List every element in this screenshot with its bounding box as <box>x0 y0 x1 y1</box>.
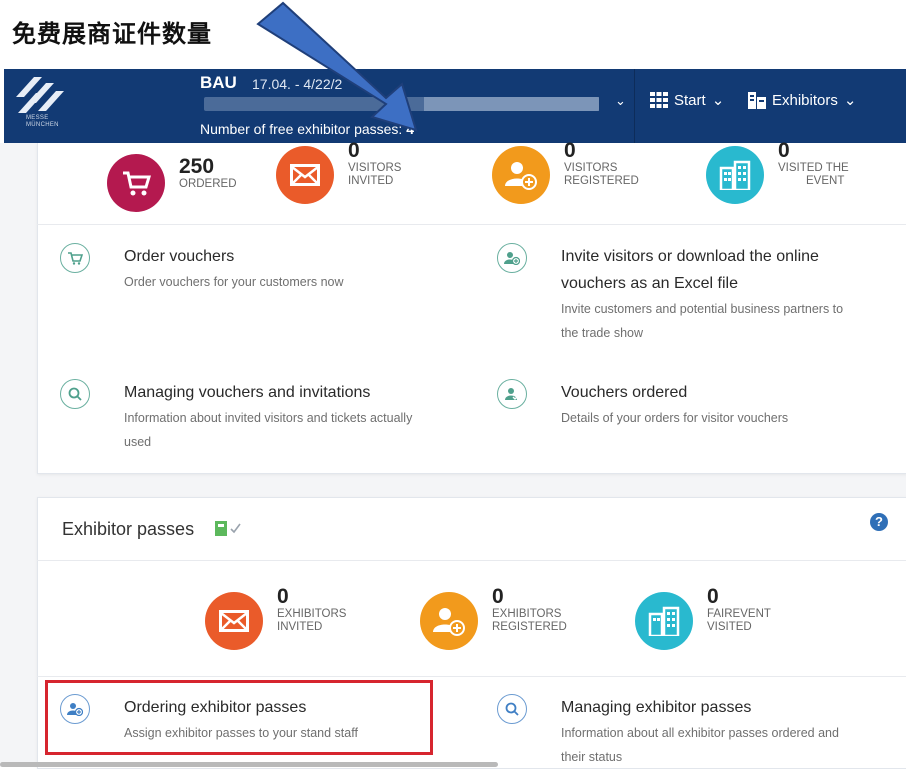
action-description: Information about all exhibitor passes o… <box>561 726 839 740</box>
building-icon <box>748 91 766 109</box>
vouchers-ordered-action[interactable]: Vouchers ordered Details of your orders … <box>497 379 788 430</box>
free-passes-count: 4 <box>406 121 415 137</box>
cart-icon <box>60 243 90 273</box>
nav-divider <box>634 69 635 143</box>
stats-divider <box>37 676 906 677</box>
envelope-icon <box>205 592 263 650</box>
action-title-line2[interactable]: vouchers as an Excel file <box>561 270 843 297</box>
action-title[interactable]: Vouchers ordered <box>561 379 788 406</box>
action-description-line2: their status <box>561 750 623 764</box>
chevron-down-icon: ⌄ <box>711 92 725 109</box>
person-check-icon <box>497 379 527 409</box>
shopping-cart-icon <box>107 154 165 212</box>
action-title[interactable]: Managing vouchers and invitations <box>124 379 412 406</box>
stat-visited-event: 0 VISITED THE EVENT <box>706 140 849 204</box>
help-icon[interactable]: ? <box>870 513 888 531</box>
action-description-line2: used <box>124 435 152 449</box>
horizontal-scrollbar[interactable] <box>0 762 498 767</box>
free-passes-info: Number of free exhibitor passes: 4 <box>200 121 415 137</box>
manage-vouchers-action[interactable]: Managing vouchers and invitations Inform… <box>60 379 412 454</box>
exhibitor-passes-heading: Exhibitor passes <box>62 519 195 539</box>
event-date: 17.04. - 4/22/2 <box>252 76 343 92</box>
magnifier-icon <box>60 379 90 409</box>
add-person-icon <box>497 243 527 273</box>
annotation-caption: 免费展商证件数量 <box>12 19 212 48</box>
grid-icon <box>650 92 668 108</box>
top-navigation-bar: MESSE MÜNCHEN BAU 17.04. - 4/22/2 ⌄ Numb… <box>4 69 906 143</box>
action-title[interactable]: Order vouchers <box>124 243 344 270</box>
action-title[interactable]: Invite visitors or download the online <box>561 243 843 270</box>
stat-visitors-invited: 0 VISITORS INVITED <box>276 140 401 204</box>
action-description: Invite customers and potential business … <box>561 302 844 316</box>
logo-wordmark: MESSE MÜNCHEN <box>26 115 59 128</box>
managing-exhibitor-passes-action[interactable]: Managing exhibitor passes Information ab… <box>497 694 839 769</box>
chevron-down-icon[interactable]: ⌄ <box>615 93 626 109</box>
section-divider <box>37 560 906 561</box>
stat-fairevent-visited: 0 FAIREVENT VISITED <box>635 586 771 650</box>
stat-visitors-registered: 0 VISITORS REGISTERED <box>492 140 639 204</box>
redacted-text <box>424 97 599 111</box>
action-title[interactable]: Managing exhibitor passes <box>561 694 839 721</box>
event-name: BAU <box>200 73 237 92</box>
stats-divider <box>37 224 906 225</box>
envelope-icon <box>276 146 334 204</box>
add-person-icon <box>492 146 550 204</box>
invite-visitors-action[interactable]: Invite visitors or download the online v… <box>497 243 843 345</box>
nav-start-menu[interactable]: Start ⌄ <box>650 91 724 109</box>
nav-exhibitors-menu[interactable]: Exhibitors ⌄ <box>748 91 856 109</box>
action-description: Order vouchers for your customers now <box>124 275 344 289</box>
action-description-line2: the trade show <box>561 326 643 340</box>
action-description: Information about invited visitors and t… <box>124 411 413 425</box>
action-description: Details of your orders for visitor vouch… <box>561 411 789 425</box>
buildings-icon <box>706 146 764 204</box>
highlight-annotation-box <box>45 680 433 755</box>
add-person-icon <box>420 592 478 650</box>
stat-ordered: 250 ORDERED <box>107 154 237 212</box>
chevron-down-icon: ⌄ <box>843 92 857 109</box>
buildings-icon <box>635 592 693 650</box>
badge-check-icon <box>213 518 249 543</box>
order-vouchers-action[interactable]: Order vouchers Order vouchers for your c… <box>60 243 344 294</box>
stat-exhibitors-registered: 0 EXHIBITORS REGISTERED <box>420 586 567 650</box>
stat-exhibitors-invited: 0 EXHIBITORS INVITED <box>205 586 346 650</box>
magnifier-icon <box>497 694 527 724</box>
